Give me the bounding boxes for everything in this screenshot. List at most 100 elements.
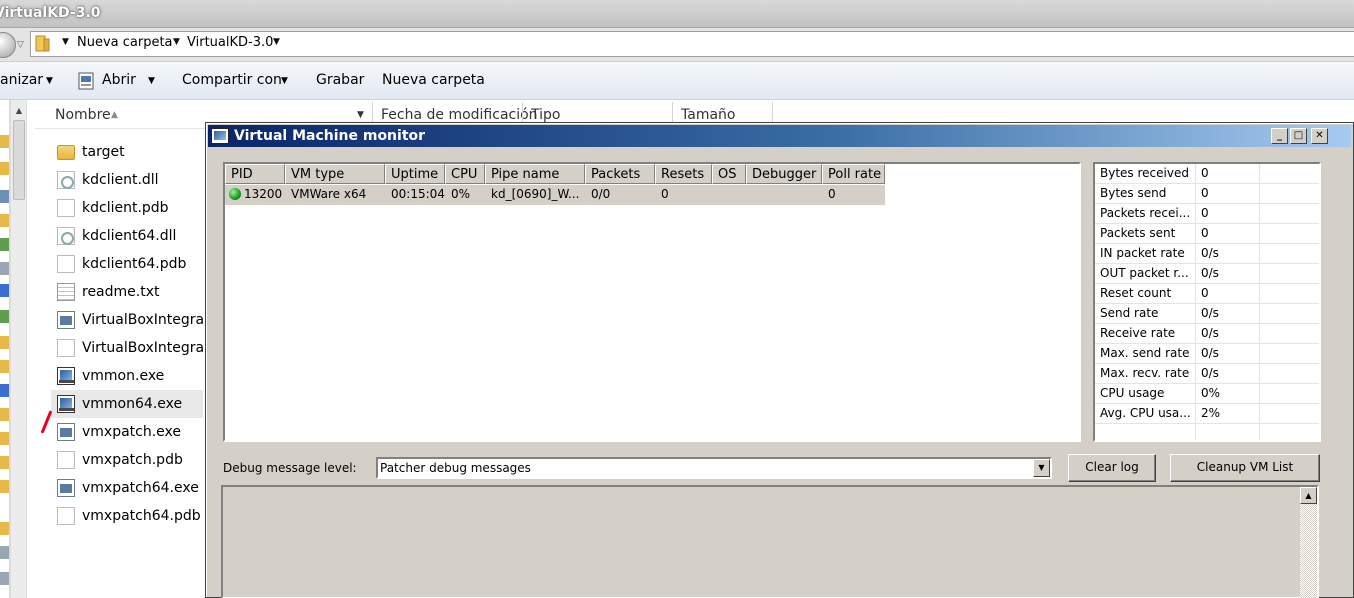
vm-list[interactable]: PID VM type Uptime CPU Pipe name Packets…: [223, 162, 1081, 442]
file-item[interactable]: vmxpatch64.pdb: [51, 502, 203, 530]
breadcrumb-virtualkd[interactable]: VirtualKD-3.0: [187, 35, 273, 50]
statistics-list[interactable]: Bytes received 0 Bytes send 0 Packets rece…: [1093, 162, 1321, 442]
scroll-up-icon[interactable]: ▲: [12, 103, 26, 118]
app-monitor-icon: [211, 128, 229, 144]
file-item[interactable]: vmxpatch.pdb: [51, 446, 203, 474]
chevron-down-icon[interactable]: ▼: [273, 37, 280, 47]
column-cpu[interactable]: CPU: [445, 164, 485, 184]
monitor-app-icon: [57, 395, 75, 413]
file-item[interactable]: VirtualBoxIntegratio: [51, 334, 203, 362]
chevron-down-icon[interactable]: ▼: [173, 37, 180, 47]
column-debugger[interactable]: Debugger: [746, 164, 822, 184]
column-packets[interactable]: Packets: [585, 164, 655, 184]
navigation-pane[interactable]: [0, 100, 10, 598]
text-file-icon: [57, 283, 75, 301]
file-item[interactable]: kdclient.dll: [51, 166, 203, 194]
cell-vm-type: VMWare x64: [291, 187, 367, 201]
chevron-down-icon[interactable]: ▼: [281, 76, 288, 86]
clear-log-button[interactable]: Clear log: [1068, 454, 1156, 482]
debug-log[interactable]: ▲: [221, 485, 1319, 598]
breadcrumb-nueva-carpeta[interactable]: Nueva carpeta: [77, 35, 173, 50]
chevron-down-icon[interactable]: ▼: [62, 37, 69, 47]
document-icon: [57, 451, 75, 469]
stat-value: 0%: [1196, 384, 1260, 404]
folder-icon: [0, 408, 9, 421]
navigation-scrollbar[interactable]: ▲: [10, 100, 27, 598]
pid-value: 13200: [244, 187, 283, 201]
stat-label: CPU usage: [1095, 384, 1196, 404]
stat-label: IN packet rate: [1095, 244, 1196, 264]
file-item[interactable]: vmmon.exe: [51, 362, 203, 390]
chevron-down-icon[interactable]: ▼: [46, 76, 53, 86]
folder-icon: [57, 145, 75, 160]
file-item[interactable]: kdclient64.pdb: [51, 250, 203, 278]
file-item[interactable]: vmxpatch64.exe: [51, 474, 203, 502]
minimize-button[interactable]: _: [1271, 128, 1288, 144]
folder-icon: [0, 135, 9, 148]
file-item[interactable]: readme.txt: [51, 278, 203, 306]
column-pid[interactable]: PID: [225, 164, 285, 184]
column-poll-rate[interactable]: Poll rate: [822, 164, 885, 184]
share-button[interactable]: Compartir con: [182, 72, 282, 88]
column-os[interactable]: OS: [712, 164, 746, 184]
column-date[interactable]: Fecha de modificación: [381, 107, 538, 123]
stat-value: 2%: [1196, 404, 1260, 424]
file-list: target kdclient.dll kdclient.pdb kdclien…: [35, 130, 205, 598]
close-button[interactable]: ✕: [1311, 128, 1328, 144]
table-row[interactable]: 13200 VMWare x64 00:15:04 0% kd_[0690]_W…: [225, 185, 885, 205]
file-item[interactable]: kdclient.pdb: [51, 194, 203, 222]
stat-label: Receive rate: [1095, 324, 1196, 344]
explorer-title-bar[interactable]: VirtualKD-3.0: [0, 0, 1354, 28]
cell-uptime: 00:15:04: [391, 187, 445, 201]
drive-icon: [0, 572, 9, 585]
vm-list-header: PID VM type Uptime CPU Pipe name Packets…: [225, 164, 885, 184]
network-icon: [0, 238, 9, 251]
file-name: readme.txt: [82, 284, 160, 300]
debug-level-select[interactable]: Patcher debug messages ▼: [376, 457, 1052, 479]
file-item[interactable]: kdclient64.dll: [51, 222, 203, 250]
stat-row: Bytes received 0: [1095, 164, 1319, 184]
scroll-up-icon[interactable]: ▲: [1300, 487, 1317, 504]
new-folder-button[interactable]: Nueva carpeta: [382, 72, 485, 88]
stat-value: 0/s: [1196, 324, 1260, 344]
cleanup-vm-list-button[interactable]: Cleanup VM List: [1170, 454, 1320, 482]
file-item[interactable]: target: [51, 138, 203, 166]
organize-button[interactable]: anizar: [0, 72, 43, 88]
history-dropdown-icon[interactable]: ▽: [17, 40, 24, 50]
dropdown-arrow-icon[interactable]: ▼: [1033, 459, 1050, 477]
column-pipe-name[interactable]: Pipe name: [485, 164, 585, 184]
file-name: kdclient64.dll: [82, 228, 177, 244]
file-name: kdclient.dll: [82, 172, 159, 188]
column-resets[interactable]: Resets: [655, 164, 712, 184]
file-item-selected[interactable]: vmmon64.exe: [51, 390, 203, 418]
column-size[interactable]: Tamaño: [681, 107, 735, 123]
vm-monitor-title-bar[interactable]: Virtual Machine monitor _ □ ✕: [208, 125, 1351, 147]
folder-icon: [0, 456, 9, 469]
stat-row-empty: [1095, 424, 1319, 440]
address-bar-area: ▽ ▼ Nueva carpeta ▼ VirtualKD-3.0 ▼: [0, 28, 1354, 62]
document-icon: [57, 339, 75, 357]
file-item[interactable]: vmxpatch.exe: [51, 418, 203, 446]
drive-icon: [0, 546, 9, 559]
folder-icon: [0, 360, 9, 373]
stat-row: OUT packet r... 0/s: [1095, 264, 1319, 284]
chevron-down-icon[interactable]: ▼: [148, 76, 155, 86]
application-icon: [57, 479, 75, 497]
column-name[interactable]: Nombre: [55, 107, 111, 123]
stat-value: 0/s: [1196, 304, 1260, 324]
open-button[interactable]: Abrir: [102, 72, 136, 88]
burn-button[interactable]: Grabar: [316, 72, 364, 88]
network-icon: [0, 310, 9, 323]
debug-level-label: Debug message level:: [223, 461, 357, 475]
column-vm-type[interactable]: VM type: [285, 164, 385, 184]
back-button[interactable]: [0, 32, 16, 58]
maximize-button[interactable]: □: [1290, 128, 1307, 144]
stat-label: Send rate: [1095, 304, 1196, 324]
column-uptime[interactable]: Uptime: [385, 164, 445, 184]
chevron-down-icon[interactable]: ▼: [357, 110, 364, 120]
file-name: kdclient64.pdb: [82, 256, 187, 272]
file-item[interactable]: VirtualBoxIntegratio: [51, 306, 203, 334]
file-name: target: [82, 144, 125, 160]
scrollbar-thumb[interactable]: [13, 120, 25, 200]
column-type[interactable]: Tipo: [531, 107, 560, 123]
